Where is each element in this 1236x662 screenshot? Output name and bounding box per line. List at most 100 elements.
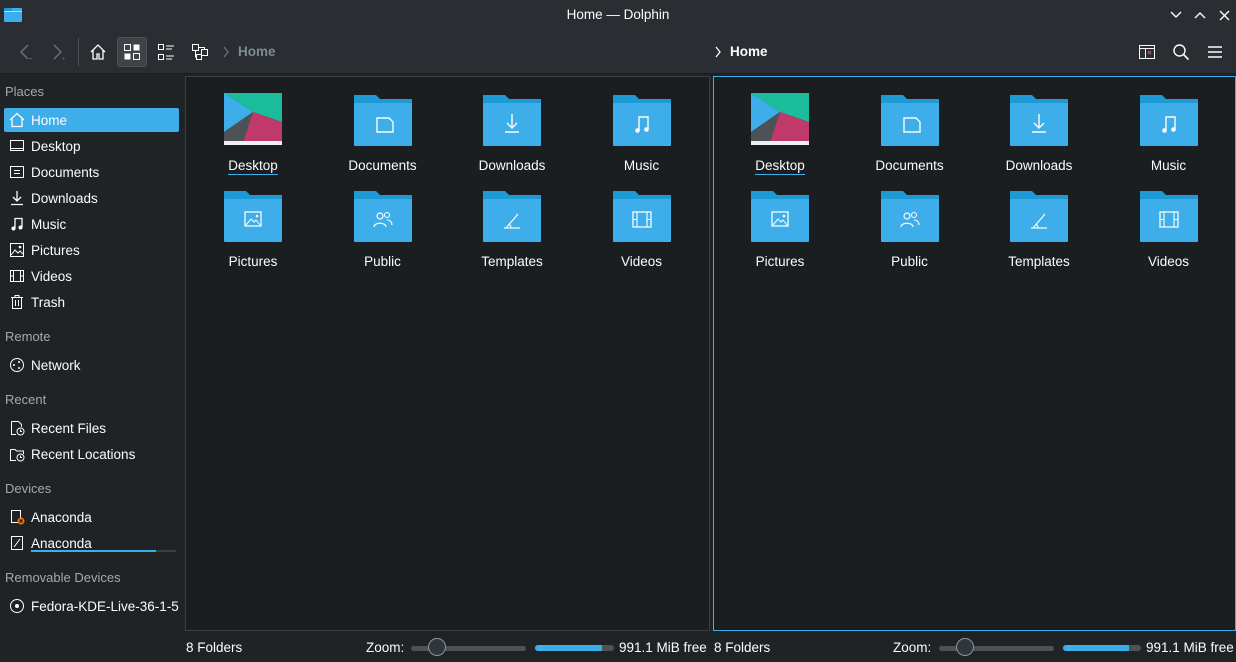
search-button[interactable]: [1166, 37, 1196, 67]
home-icon: [90, 44, 106, 60]
breadcrumb-right[interactable]: Home: [714, 44, 768, 59]
free-space-bar-fill-left: [535, 645, 603, 651]
sidebar-item-videos[interactable]: Videos: [4, 264, 179, 288]
zoom-label-left: Zoom:: [366, 639, 405, 655]
recent-files-icon: [8, 419, 26, 437]
chevron-right-icon: [223, 46, 229, 57]
sidebar-item-downloads[interactable]: Downloads: [4, 186, 179, 210]
folder-item-downloads[interactable]: Downloads: [984, 92, 1094, 184]
sidebar-item-desktop[interactable]: Desktop: [4, 134, 179, 158]
free-space-bar-left: [535, 645, 614, 651]
recent-locations-icon: [8, 445, 26, 463]
sidebar-item-label: Videos: [31, 268, 73, 284]
folder-item-videos[interactable]: Videos: [1114, 188, 1224, 280]
folder-templates-icon: [1010, 191, 1068, 242]
folder-item-desktop[interactable]: Desktop: [725, 92, 835, 184]
view-tree-icon: [192, 44, 208, 60]
folder-item-templates[interactable]: Templates: [457, 188, 567, 280]
network-icon: [8, 356, 26, 374]
folder-label: Templates: [481, 254, 543, 269]
sidebar-item-label: Music: [31, 216, 67, 232]
sidebar-item-label: Trash: [31, 294, 66, 310]
sidebar-item-label: Pictures: [31, 242, 80, 258]
folder-item-pictures[interactable]: Pictures: [198, 188, 308, 280]
free-space-bar-fill-right: [1063, 645, 1130, 651]
sidebar-item-recent-locations[interactable]: Recent Locations: [4, 442, 179, 466]
view-compact-icon: [158, 44, 174, 60]
sidebar-item-fedora-live[interactable]: Fedora-KDE-Live-36-1-5: [4, 594, 179, 618]
folder-music-icon: [612, 95, 671, 146]
sidebar-item-music[interactable]: Music: [4, 212, 179, 236]
trash-icon: [8, 293, 26, 311]
home-icon: [8, 111, 26, 129]
split-view-button[interactable]: [1132, 37, 1162, 67]
sidebar-item-documents[interactable]: Documents: [4, 160, 179, 184]
folder-pictures-icon: [224, 191, 282, 242]
sidebar-item-network[interactable]: Network: [4, 353, 179, 377]
folder-item-desktop[interactable]: Desktop: [198, 92, 308, 184]
folder-videos-icon: [612, 191, 671, 242]
sidebar-item-label: Home: [31, 112, 68, 128]
folder-pictures-icon: [751, 191, 809, 242]
folder-item-downloads[interactable]: Downloads: [457, 92, 567, 184]
folder-item-music[interactable]: Music: [587, 92, 697, 184]
sidebar-item-pictures[interactable]: Pictures: [4, 238, 179, 262]
details-view-button[interactable]: [185, 37, 215, 67]
sidebar-item-label: Downloads: [31, 190, 98, 206]
folder-downloads-icon: [483, 95, 541, 146]
chevron-up-icon: [1194, 12, 1206, 19]
desktop-wallpaper-icon: [751, 93, 809, 145]
folder-item-templates[interactable]: Templates: [984, 188, 1094, 280]
capacity-bar: [31, 550, 176, 552]
zoom-slider-handle-left[interactable]: [428, 638, 447, 656]
folder-item-public[interactable]: Public: [855, 188, 965, 280]
folder-item-videos[interactable]: Videos: [587, 188, 697, 280]
folder-item-documents[interactable]: Documents: [855, 92, 965, 184]
capacity-bar-fill: [31, 550, 156, 552]
folder-item-pictures[interactable]: Pictures: [725, 188, 835, 280]
folder-public-icon: [353, 191, 412, 242]
breadcrumb-left[interactable]: Home: [222, 44, 276, 59]
maximize-button[interactable]: [1191, 6, 1209, 24]
folder-label: Videos: [620, 254, 663, 269]
sidebar-item-label: Anaconda: [31, 509, 92, 525]
sidebar-item-recent-files[interactable]: Recent Files: [4, 416, 179, 440]
back-button[interactable]: [10, 37, 40, 67]
folder-label: Pictures: [755, 254, 805, 269]
status-folder-count-right: 8 Folders: [714, 639, 771, 655]
forward-button[interactable]: [42, 37, 72, 67]
chevron-down-icon: [1170, 11, 1182, 18]
sidebar-item-label: Recent Files: [31, 420, 107, 436]
documents-icon: [8, 163, 26, 181]
folder-documents-icon: [353, 95, 412, 146]
sidebar-item-home[interactable]: Home: [4, 108, 179, 132]
folder-item-public[interactable]: Public: [328, 188, 438, 280]
drive-icon: [8, 534, 26, 552]
free-space-bar-right: [1063, 645, 1141, 651]
breadcrumb-home-right[interactable]: Home: [730, 44, 768, 59]
section-title-places: Places: [5, 84, 45, 99]
icons-view-button[interactable]: [117, 37, 147, 67]
close-button[interactable]: [1215, 6, 1233, 24]
home-button[interactable]: [83, 37, 113, 67]
sidebar-item-label: Anaconda: [31, 535, 92, 551]
folder-item-music[interactable]: Music: [1114, 92, 1224, 184]
hamburger-menu-button[interactable]: [1200, 37, 1230, 67]
breadcrumb-home-left[interactable]: Home: [238, 44, 276, 59]
folder-downloads-icon: [1010, 95, 1068, 146]
compact-view-button[interactable]: [151, 37, 181, 67]
folder-documents-icon: [880, 95, 939, 146]
folder-item-documents[interactable]: Documents: [328, 92, 438, 184]
zoom-slider-handle-right[interactable]: [956, 638, 975, 656]
sidebar-item-label: Network: [31, 357, 81, 373]
sidebar-item-anaconda-1[interactable]: Anaconda: [4, 505, 179, 529]
sidebar-item-trash[interactable]: Trash: [4, 290, 179, 314]
sidebar-item-label: Recent Locations: [31, 446, 136, 462]
downloads-icon: [8, 189, 26, 207]
section-title-devices: Devices: [5, 481, 52, 496]
drive-error-icon: [8, 508, 26, 526]
chevron-right-icon: [715, 46, 721, 57]
window-title: Home — Dolphin: [566, 7, 670, 22]
videos-icon: [8, 267, 26, 285]
minimize-button[interactable]: [1167, 6, 1185, 24]
